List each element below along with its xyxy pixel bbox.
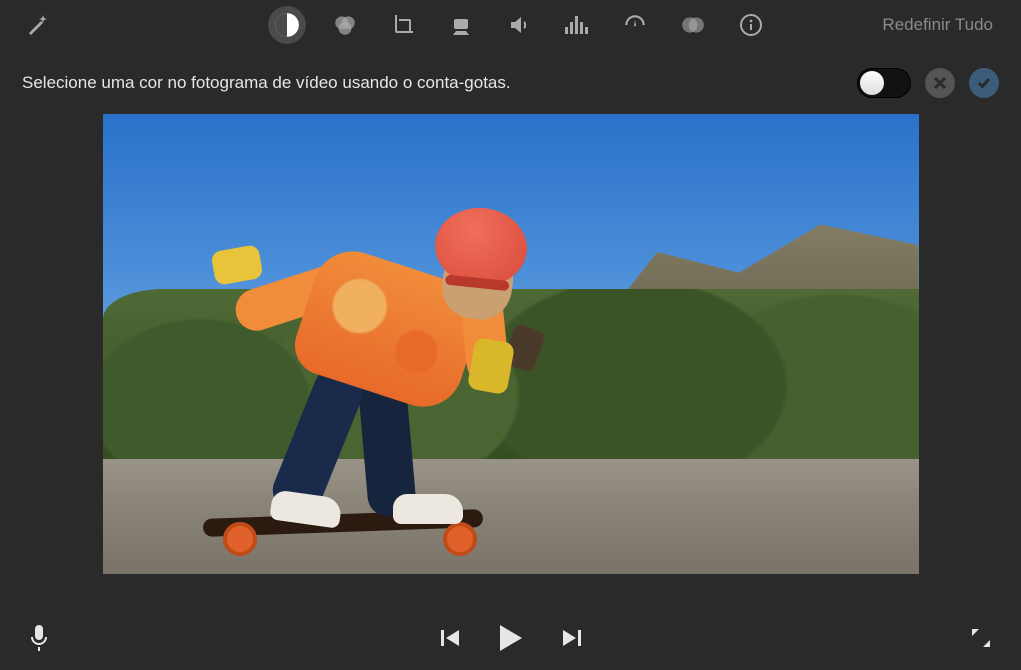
color-correction-button[interactable] <box>326 6 364 44</box>
check-icon <box>976 75 992 91</box>
fullscreen-button[interactable] <box>969 626 993 650</box>
reset-all-button[interactable]: Redefinir Tudo <box>882 15 993 35</box>
apply-button[interactable] <box>969 68 999 98</box>
microphone-icon <box>28 624 50 652</box>
video-preview[interactable] <box>103 114 919 574</box>
cancel-button[interactable] <box>925 68 955 98</box>
crop-icon <box>391 13 415 37</box>
instruction-text: Selecione uma cor no fotograma de vídeo … <box>22 73 511 93</box>
instruction-bar: Selecione uma cor no fotograma de vídeo … <box>0 50 1021 110</box>
stabilize-icon <box>449 13 473 37</box>
expand-icon <box>969 626 993 650</box>
volume-icon <box>507 13 531 37</box>
info-icon <box>739 13 763 37</box>
playback-bar <box>0 606 1021 670</box>
previous-frame-button[interactable] <box>439 627 461 649</box>
volume-button[interactable] <box>500 6 538 44</box>
adjustment-toggle[interactable] <box>857 68 911 98</box>
skip-forward-icon <box>561 627 583 649</box>
play-icon <box>497 623 525 653</box>
noise-reduction-button[interactable] <box>558 6 596 44</box>
skip-back-icon <box>439 627 461 649</box>
adjustments-toolbar: Redefinir Tudo <box>0 0 1021 50</box>
next-frame-button[interactable] <box>561 627 583 649</box>
voiceover-record-button[interactable] <box>28 624 50 652</box>
color-wheel-icon <box>332 12 358 38</box>
magic-wand-button[interactable] <box>18 6 56 44</box>
play-button[interactable] <box>497 623 525 653</box>
magic-wand-icon <box>25 13 49 37</box>
color-balance-icon <box>274 12 300 38</box>
speed-button[interactable] <box>616 6 654 44</box>
info-button[interactable] <box>732 6 770 44</box>
color-balance-button[interactable] <box>268 6 306 44</box>
speed-icon <box>622 12 648 38</box>
equalizer-icon <box>564 13 590 37</box>
stabilization-button[interactable] <box>442 6 480 44</box>
close-icon <box>932 75 948 91</box>
toggle-knob <box>860 71 884 95</box>
video-filters-button[interactable] <box>674 6 712 44</box>
crop-button[interactable] <box>384 6 422 44</box>
filters-icon <box>680 12 706 38</box>
